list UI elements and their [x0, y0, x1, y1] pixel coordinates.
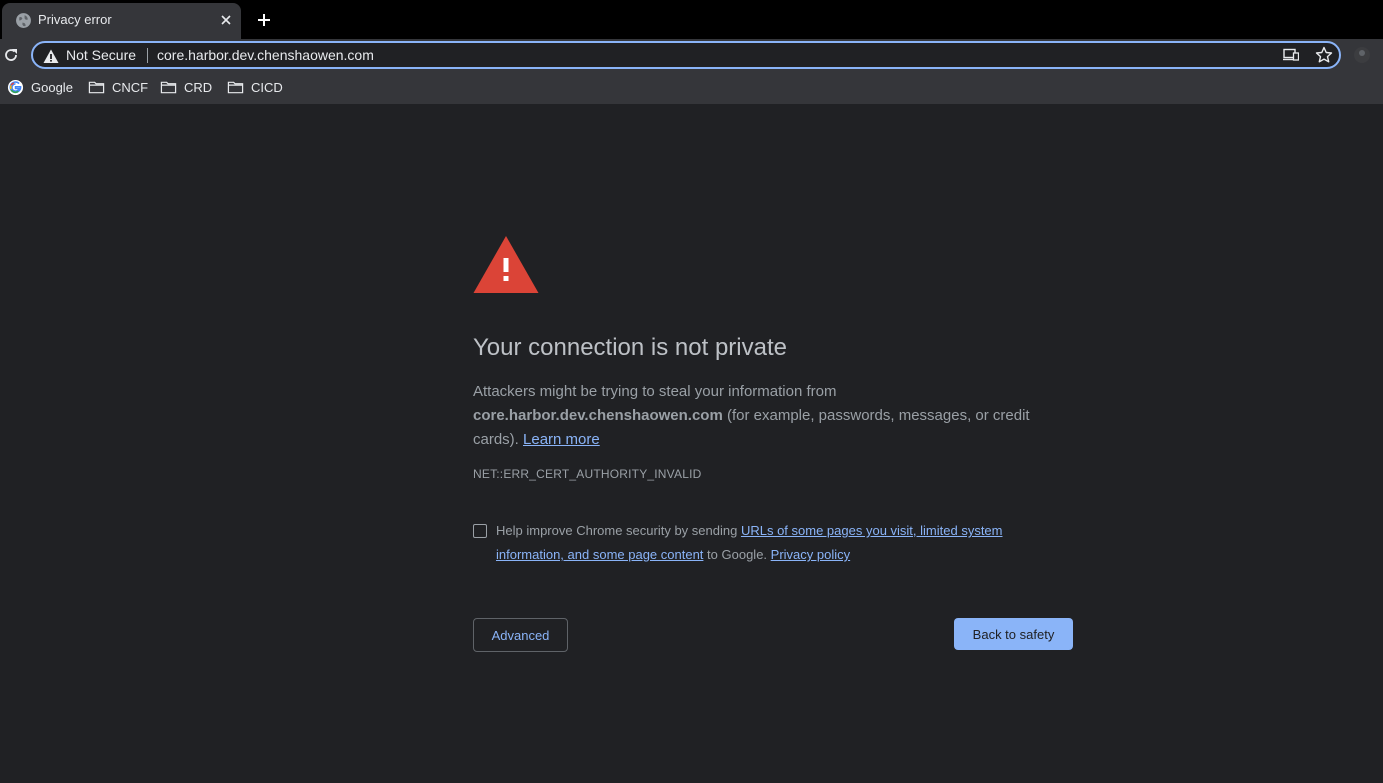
bookmark-label: CICD: [251, 79, 283, 95]
folder-icon: [227, 81, 244, 93]
tab-title: Privacy error: [38, 12, 112, 27]
bookmark-folder-cncf[interactable]: CNCF: [88, 78, 148, 96]
globe-icon: [16, 13, 31, 28]
host-name: core.harbor.dev.chenshaowen.com: [473, 407, 723, 424]
tab-privacy-error[interactable]: Privacy error: [2, 3, 241, 39]
folder-icon: [88, 81, 105, 93]
bookmark-label: CNCF: [112, 79, 149, 95]
advanced-button[interactable]: Advanced: [473, 618, 568, 652]
toolbar: Not Secure core.harbor.dev.chenshaowen.c…: [0, 39, 1383, 71]
bookmark-google[interactable]: Google: [7, 78, 73, 96]
bookmark-folder-cicd[interactable]: CICD: [227, 78, 283, 96]
page-title: Your connection is not private: [473, 334, 787, 361]
bookmark-label: CRD: [184, 79, 213, 95]
bookmark-label: Google: [31, 79, 73, 95]
bookmark-folder-crd[interactable]: CRD: [160, 78, 212, 96]
main-message: Attackers might be trying to steal your …: [473, 380, 1063, 452]
profile-icon[interactable]: [1353, 46, 1371, 64]
opt-in-prefix: Help improve Chrome security by sending: [496, 523, 738, 538]
folder-icon: [160, 81, 177, 93]
url-text[interactable]: core.harbor.dev.chenshaowen.com: [157, 47, 374, 63]
address-bar[interactable]: Not Secure core.harbor.dev.chenshaowen.c…: [31, 41, 1341, 69]
tab-strip: Privacy error: [0, 0, 1383, 39]
bookmarks-bar: Google CNCF CRD CICD: [0, 71, 1383, 104]
opt-in-text: Help improve Chrome security by sending …: [496, 519, 1056, 567]
privacy-policy-link[interactable]: Privacy policy: [771, 547, 850, 562]
install-app-icon[interactable]: [1283, 48, 1299, 62]
google-icon: [7, 79, 24, 95]
message-prefix: Attackers might be trying to steal your …: [473, 383, 837, 400]
opt-in-middle: to Google.: [707, 547, 768, 562]
back-to-safety-button[interactable]: Back to safety: [954, 618, 1073, 650]
tab-close-icon[interactable]: [217, 11, 235, 29]
large-warning-icon: [473, 236, 539, 293]
opt-in-checkbox[interactable]: [473, 524, 487, 538]
warning-triangle-icon[interactable]: [43, 49, 59, 64]
chip-divider: [147, 48, 148, 63]
error-code: NET::ERR_CERT_AUTHORITY_INVALID: [473, 467, 702, 481]
learn-more-link[interactable]: Learn more: [523, 431, 600, 448]
new-tab-icon[interactable]: [254, 10, 274, 30]
security-status-chip[interactable]: Not Secure: [66, 47, 136, 63]
reload-icon[interactable]: [2, 46, 20, 64]
bookmark-star-icon[interactable]: [1315, 46, 1333, 64]
